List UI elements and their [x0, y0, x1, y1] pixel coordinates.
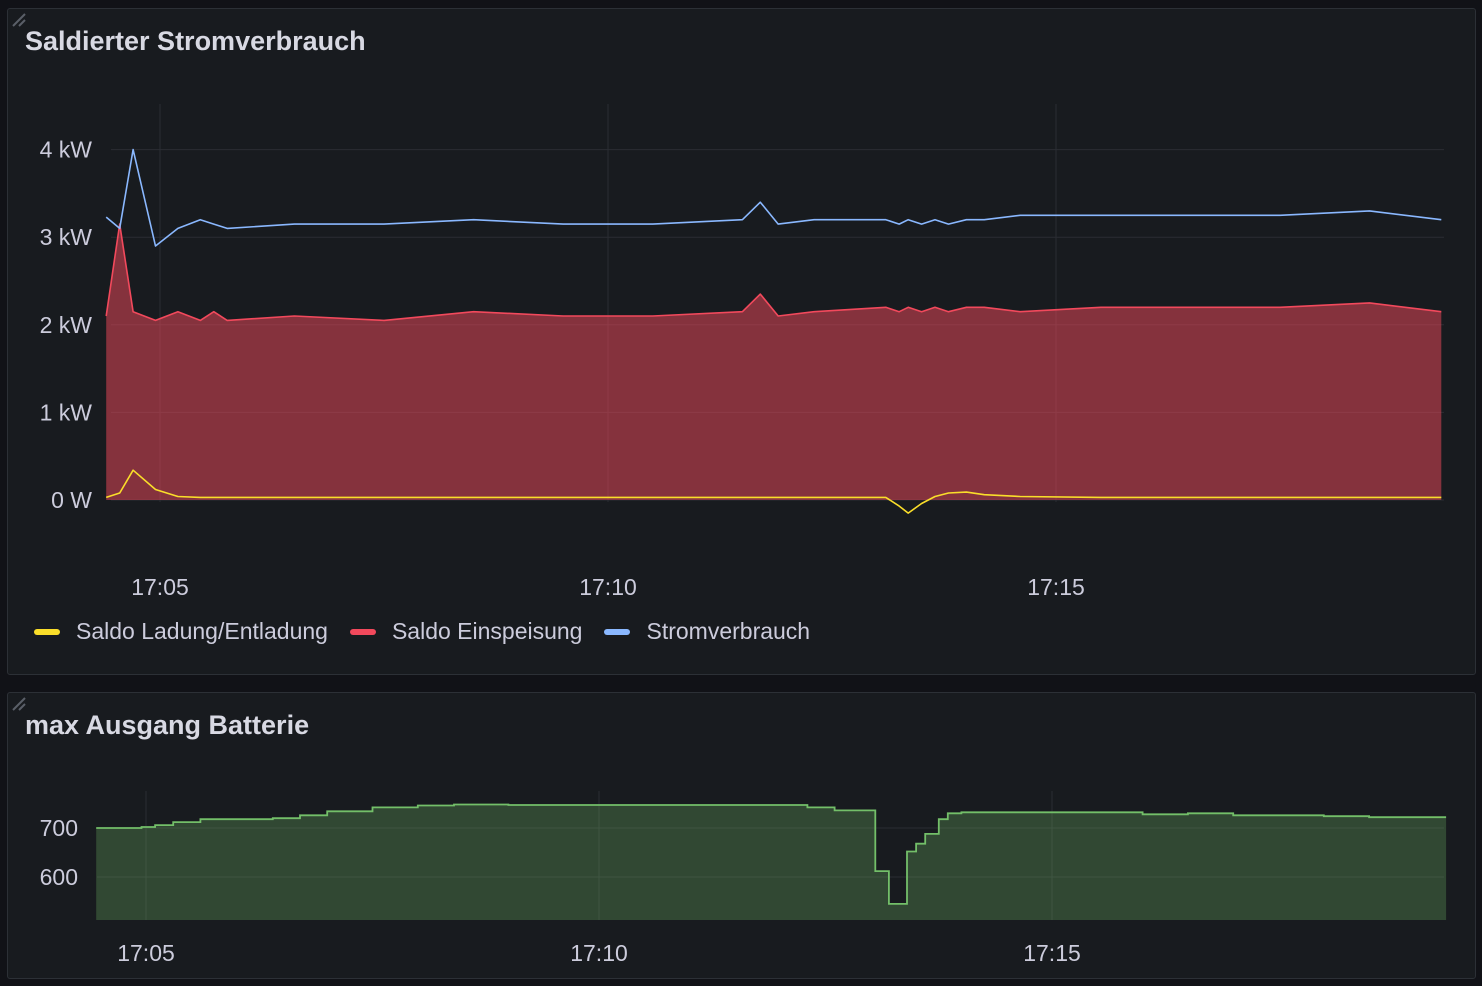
series-area-saldo-einspeisung [106, 224, 1442, 500]
x-tick-label: 17:15 [1027, 574, 1085, 600]
legend-label: Saldo Einspeisung [391, 618, 583, 644]
series-area-ausgang-batterie [96, 804, 1447, 920]
panel-saldierter-stromverbrauch: Saldierter Stromverbrauch 0 W1 kW 2 kW 3 k… [7, 8, 1476, 675]
x-tick-label: 17:15 [1023, 940, 1081, 966]
x-tick-label: 17:05 [117, 940, 175, 966]
chart-stromverbrauch: 0 W 1 kW 2 kW 3 kW 4 kW 17:05 17:10 17:15 [40, 104, 1444, 600]
legend-item-saldo-einspeisung[interactable]: Saldo Einspeisung [349, 618, 583, 645]
resize-handle-icon[interactable] [8, 693, 26, 711]
y-tick-label: 700 [40, 815, 78, 841]
legend: Saldo Ladung/Entladung Saldo Einspeisung… [34, 618, 810, 645]
legend-label: Saldo Ladung/Entladung [76, 618, 328, 644]
series-line-stromverbrauch [105, 148, 1442, 247]
legend-swatch-blue [604, 628, 631, 635]
legend-item-stromverbrauch[interactable]: Stromverbrauch [604, 618, 810, 645]
legend-label: Stromverbrauch [646, 618, 811, 644]
y-tick-label: 3 kW [40, 224, 93, 250]
chart-ausgang-batterie: 600 700 17:05 17:10 17:15 [40, 791, 1447, 966]
x-tick-label: 17:05 [131, 574, 189, 600]
y-tick-label: 0 W [51, 487, 92, 513]
x-tick-label: 17:10 [570, 940, 628, 966]
y-tick-label: 600 [40, 864, 78, 890]
legend-swatch-red [349, 628, 376, 635]
y-tick-label: 1 kW [40, 399, 93, 425]
y-tick-label: 2 kW [40, 312, 93, 338]
legend-swatch-yellow [34, 628, 60, 635]
resize-handle-icon[interactable] [8, 9, 26, 27]
y-tick-label: 4 kW [40, 137, 93, 163]
series-line-saldo-einspeisung [105, 223, 1442, 322]
legend-item-saldo-ladung[interactable]: Saldo Ladung/Entladung [34, 618, 328, 645]
panel-max-ausgang-batterie: max Ausgang Batterie 600 700 17:05 17:10 17:… [7, 692, 1476, 979]
x-tick-label: 17:10 [579, 574, 637, 600]
